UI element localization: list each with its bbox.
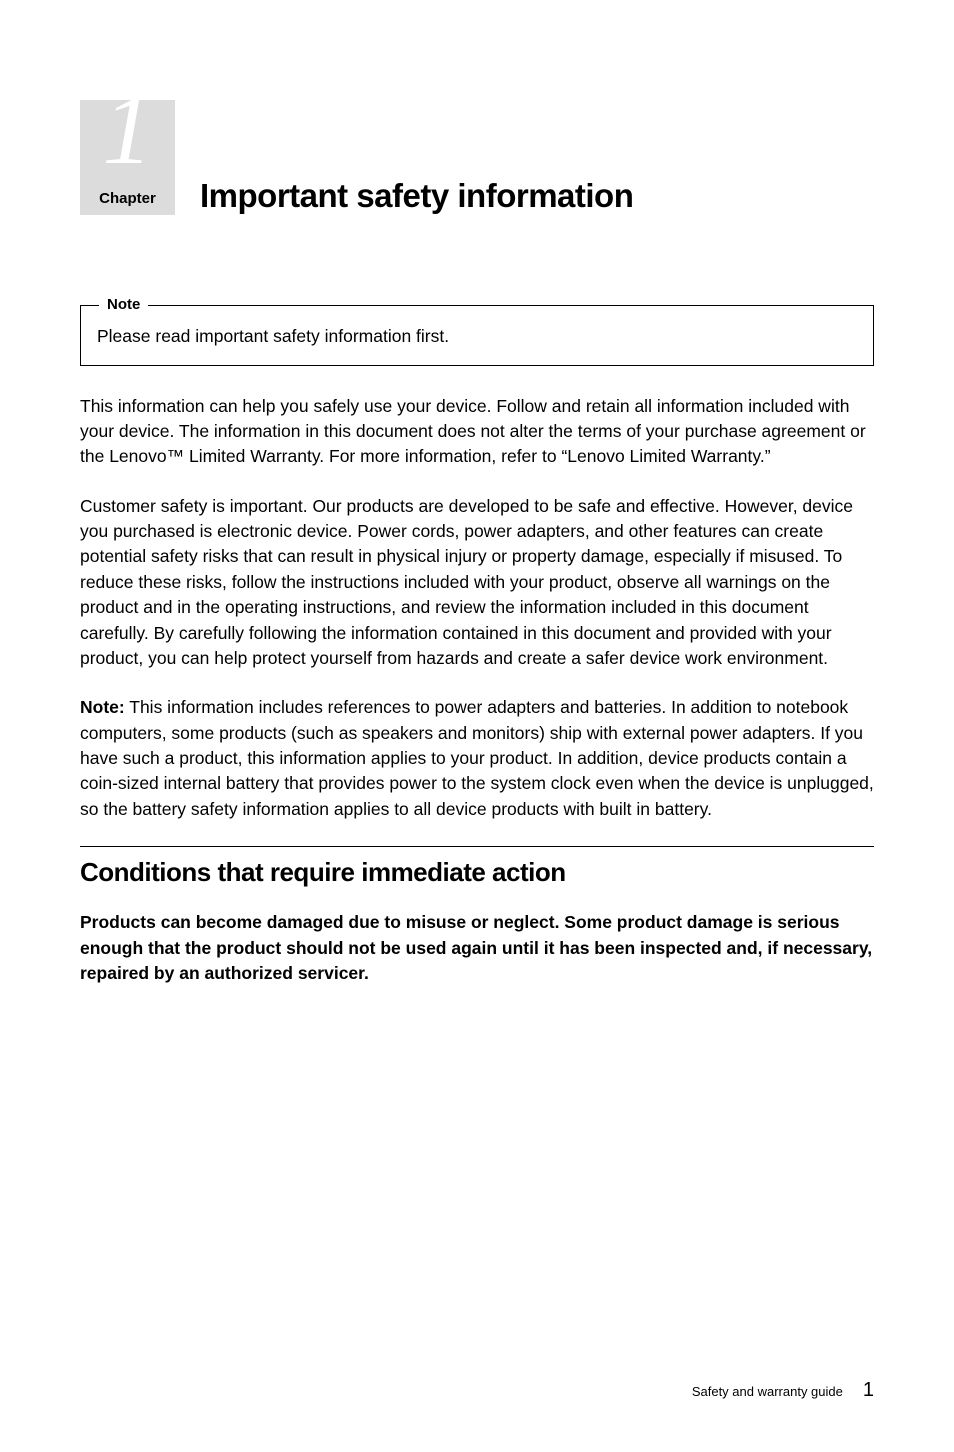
footer-page-number: 1 [863,1379,874,1402]
body-paragraph-3-text: This information includes references to … [80,697,874,819]
note-box-label: Note [99,296,148,313]
page-footer: Safety and warranty guide 1 [692,1379,874,1402]
section-heading: Conditions that require immediate action [80,846,874,888]
body-paragraph-3: Note: This information includes referenc… [80,695,874,822]
note-box-content: Please read important safety information… [97,324,857,349]
chapter-number-box: 1 Chapter [80,100,175,215]
body-paragraph-2: Customer safety is important. Our produc… [80,494,874,672]
section-paragraph-1: Products can become damaged due to misus… [80,910,874,986]
note-box: Note Please read important safety inform… [80,305,874,366]
chapter-header: 1 Chapter Important safety information [80,100,874,215]
footer-text: Safety and warranty guide [692,1384,843,1399]
chapter-label: Chapter [99,190,156,207]
body-paragraph-1: This information can help you safely use… [80,394,874,470]
note-prefix: Note: [80,697,125,717]
chapter-title: Important safety information [200,177,633,215]
chapter-number: 1 [103,80,153,180]
